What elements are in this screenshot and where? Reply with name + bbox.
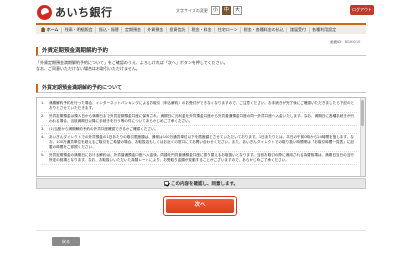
bank-logo[interactable]: あいち銀行 xyxy=(37,4,113,20)
nav-item-settings[interactable]: 各種利用設定 xyxy=(310,27,339,33)
notice-content: 1. 満期解約予約を行った場合、インターネットバンキングによるお取引（申込解約）… xyxy=(37,98,365,165)
logout-button[interactable]: ログアウト xyxy=(350,5,374,15)
notice-item-number: 2. xyxy=(41,114,45,119)
intro-line: なお、ご同意いただけない場合はお取引いただけません。 xyxy=(36,66,140,71)
nav-item-label: ホーム xyxy=(46,26,59,32)
font-size-small-button[interactable]: 小 xyxy=(210,6,220,15)
notice-item-text: 外貨定期預金は預入日から満期日まで外貨定期預金口座に保有され、満期日に元利金を外… xyxy=(49,114,355,123)
notice-item: 1. 満期解約予約を行った場合、インターネットバンキングによるお取引（申込解約）… xyxy=(41,100,357,113)
notice-item-number: 4. xyxy=(41,135,45,140)
nav-item-foreign-deposit[interactable]: 外貨預金 xyxy=(145,26,167,33)
notice-scrollbar-thumb[interactable] xyxy=(361,100,364,126)
notice-item-number: 5. xyxy=(41,153,45,158)
notice-item-text: (1)当座から満期解約予約の外貨口座確認できるかご確認ください。 xyxy=(49,127,159,132)
nav-item-home[interactable]: ホーム xyxy=(38,26,63,33)
back-button[interactable]: 戻る xyxy=(52,237,80,246)
nav-item-tax-payment[interactable]: 税金・各種料金の払込 xyxy=(241,26,288,33)
font-size-switcher: 文字サイズの変更 小 中 大 xyxy=(176,6,244,15)
notice-scrollbar[interactable] xyxy=(360,98,365,176)
nav-item-transfer[interactable]: 振込・振替 xyxy=(96,26,123,33)
notice-item-number: 3. xyxy=(41,127,45,132)
notice-heading: 外貨定期預金満期解約予約について xyxy=(36,84,366,93)
next-button-frame: 次へ xyxy=(163,196,237,216)
main-nav: ホーム 残高・明細照会 振込・振替 定期預金 外貨預金 投資信託 税金・料金 住… xyxy=(36,23,366,34)
nav-item-notifications[interactable]: 諸届受付 xyxy=(287,26,310,33)
header: あいち銀行 文字サイズの変更 小 中 大 ログアウト xyxy=(0,0,400,23)
font-size-label: 文字サイズの変更 xyxy=(176,7,208,13)
home-icon xyxy=(40,27,46,32)
divider xyxy=(36,230,366,231)
nav-item-investment-trust[interactable]: 投資信託 xyxy=(167,26,190,33)
agree-checkbox-row[interactable]: この内容を確認し、同意します。 xyxy=(36,178,366,189)
font-size-medium-button[interactable]: 中 xyxy=(221,6,231,15)
notice-item: 3. (1)当座から満期解約予約の外貨口座確認できるかご確認ください。 xyxy=(41,126,357,135)
notice-item-number: 1. xyxy=(41,101,45,106)
page-title: 外貨定期預金満期解約予約 xyxy=(36,47,366,56)
screen-id: 画面ID：BGHI010 xyxy=(330,40,361,44)
notice-item: 2. 外貨定期預金は預入日から満期日まで外貨定期預金口座に保有され、満期日に元利… xyxy=(41,113,357,126)
notice-scroll-box[interactable]: 1. 満期解約予約を行った場合、インターネットバンキングによるお取引（申込解約）… xyxy=(36,97,366,177)
nav-item-tax-fees[interactable]: 税金・料金 xyxy=(189,26,216,33)
notice-item-text: あいぎんダイレクトでの外貨預金の1日あたりの取引限度額は、通常は100万通貨単位… xyxy=(49,135,354,149)
notice-item: 4. あいぎんダイレクトでの外貨預金の1日あたりの取引限度額は、通常は100万通… xyxy=(41,134,357,152)
nav-item-time-deposit[interactable]: 定期預金 xyxy=(122,26,145,33)
intro-text: 「外貨定期預金満期解約予約について」をご確認のうえ、よろしければ「次へ」ボタンを… xyxy=(36,60,366,72)
bank-logo-icon xyxy=(37,4,52,20)
nav-item-balance[interactable]: 残高・明細照会 xyxy=(62,26,97,33)
next-button[interactable]: 次へ xyxy=(166,199,234,213)
agree-label[interactable]: この内容を確認し、同意します。 xyxy=(171,181,238,187)
notice-item: 5. 外貨定期預金の満期日における解約は、外貨普通預金口座へ入金後、同額を円貨普… xyxy=(41,152,357,165)
agree-checkbox[interactable] xyxy=(163,181,169,186)
notice-item-text: 外貨定期預金の満期日における解約は、外貨普通預金口座へ入金後、同額を円貨普通預金… xyxy=(49,153,354,162)
nav-item-housing-loan[interactable]: 住宅ローン xyxy=(215,26,242,33)
font-size-large-button[interactable]: 大 xyxy=(232,6,242,15)
bank-name: あいち銀行 xyxy=(55,6,113,19)
notice-item-text: 満期解約予約を行った場合、インターネットバンキングによるお取引（申込解約）のお受… xyxy=(49,101,355,110)
